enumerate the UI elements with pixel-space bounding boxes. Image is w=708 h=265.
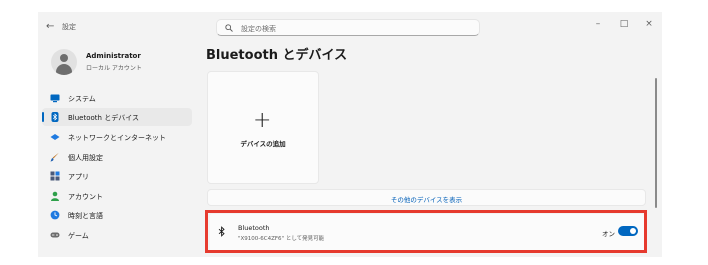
sidebar-item-accounts[interactable]: アカウント xyxy=(38,187,194,205)
page-title: Bluetooth とデバイス xyxy=(206,48,348,63)
sidebar-item-label: 時刻と言語 xyxy=(68,212,103,220)
maximize-button[interactable]: □ xyxy=(612,16,636,32)
bluetooth-icon xyxy=(51,112,59,122)
sidebar-item-network[interactable]: ネットワークとインターネット xyxy=(38,128,194,146)
show-more-devices-label: その他のデバイスを表示 xyxy=(390,196,463,204)
sidebar-item-label: ゲーム xyxy=(68,232,89,240)
sidebar-item-label: ネットワークとインターネット xyxy=(68,134,166,142)
avatar xyxy=(51,49,77,75)
sidebar-item-label: Bluetooth とデバイス xyxy=(68,114,139,122)
show-more-devices-button[interactable]: その他のデバイスを表示 xyxy=(207,189,646,206)
plus-icon: + xyxy=(253,108,272,133)
sidebar-item-personalization[interactable]: 個人用設定 xyxy=(38,148,194,166)
add-device-card[interactable]: + デバイスの追加 xyxy=(207,71,319,184)
sidebar-item-label: アプリ xyxy=(68,173,89,181)
highlight-box xyxy=(205,210,647,253)
sidebar-item-system[interactable]: システム xyxy=(38,89,194,107)
sidebar-item-bluetooth[interactable]: Bluetooth とデバイス xyxy=(42,108,192,126)
sidebar-item-apps[interactable]: アプリ xyxy=(38,167,194,185)
user-name: Administrator xyxy=(86,52,141,60)
back-button[interactable]: ← xyxy=(46,21,54,32)
sidebar-item-label: 個人用設定 xyxy=(68,154,103,162)
add-device-label: デバイスの追加 xyxy=(240,140,286,148)
network-icon xyxy=(50,134,60,140)
scrollbar[interactable] xyxy=(655,78,657,208)
monitor-icon xyxy=(50,94,60,103)
sidebar-item-label: システム xyxy=(68,95,96,103)
close-button[interactable]: × xyxy=(637,16,661,32)
apps-icon xyxy=(50,171,60,181)
gamepad-icon xyxy=(50,232,60,238)
search-icon xyxy=(225,24,233,32)
active-indicator xyxy=(42,112,44,122)
sidebar-item-gaming[interactable]: ゲーム xyxy=(38,226,194,244)
sidebar-item-label: アカウント xyxy=(68,193,103,201)
search-input[interactable]: 設定の検索 xyxy=(241,24,276,34)
minimize-button[interactable]: – xyxy=(586,16,610,32)
user-account-type: ローカル アカウント xyxy=(86,65,142,72)
globe-clock-icon xyxy=(50,210,60,220)
account-icon xyxy=(51,191,59,201)
brush-icon xyxy=(50,152,59,162)
search-box[interactable]: 設定の検索 xyxy=(216,19,480,36)
settings-window: ← 設定 設定の検索 – □ × Administrator ローカル アカウン… xyxy=(38,12,662,257)
sidebar-item-time-language[interactable]: 時刻と言語 xyxy=(38,206,194,224)
app-title: 設定 xyxy=(62,23,76,31)
